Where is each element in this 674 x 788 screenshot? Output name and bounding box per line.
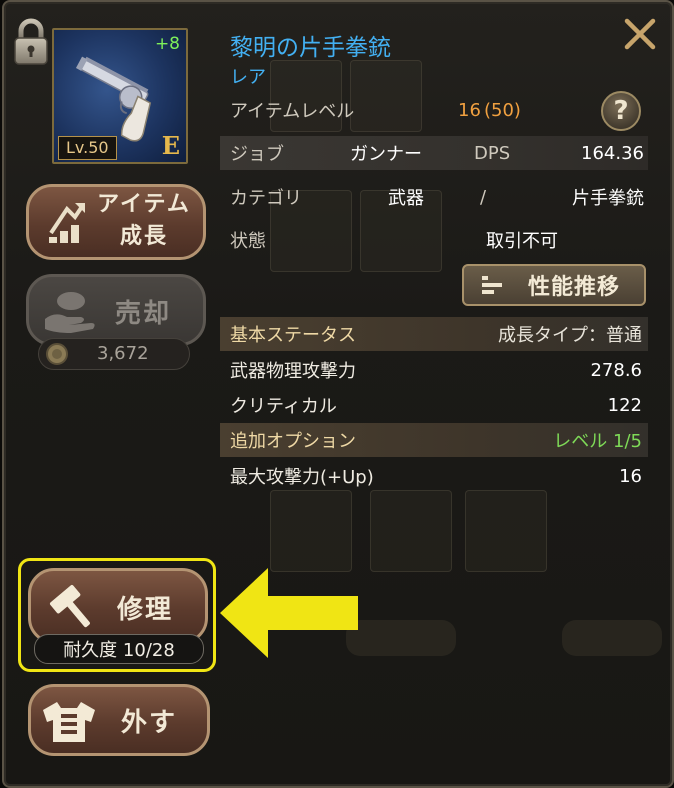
job-label: ジョブ: [230, 144, 284, 165]
state-row: 状態 取引不可: [220, 223, 648, 257]
growth-type: 成長タイプ：普通: [498, 325, 642, 346]
item-thumbnail[interactable]: +8 Lv.50 E: [52, 28, 188, 164]
hammer-icon: [49, 585, 90, 628]
dps-value: 164.36: [581, 142, 644, 164]
job-row: ジョブ ガンナー DPS 164.36: [220, 136, 648, 170]
hand-coin-icon: [45, 292, 95, 333]
sell-price: 3,672: [38, 338, 190, 370]
item-grow-label-1: アイテム: [97, 192, 191, 217]
durability-badge: 耐久度 10/28: [34, 634, 204, 664]
sell-price-value: 3,672: [97, 343, 149, 364]
lock-icon[interactable]: [12, 18, 50, 66]
stat-row: 最大攻撃力(+Up) 16: [220, 459, 648, 493]
item-grow-label-2: 成長: [119, 224, 168, 249]
growth-arrow-icon: [49, 203, 85, 243]
category-row: カテゴリ 武器 / 片手拳銃: [220, 180, 648, 214]
category-label: カテゴリ: [230, 188, 302, 209]
stat-row: クリティカル 122: [220, 388, 648, 422]
armor-icon: [43, 702, 95, 742]
item-level-max: (50): [484, 99, 521, 121]
dps-label: DPS: [474, 142, 511, 164]
unequip-label: 外す: [121, 708, 178, 738]
question-icon: ?: [613, 96, 629, 126]
coin-icon: [46, 343, 68, 365]
enhance-level: +8: [154, 34, 180, 54]
stat-row: 武器物理攻撃力 278.6: [220, 353, 648, 387]
item-name: 黎明の片手拳銃: [230, 35, 391, 61]
category-separator: /: [480, 186, 487, 208]
item-rarity: レア: [230, 67, 266, 88]
pointer-arrow: [220, 568, 358, 658]
help-button[interactable]: ?: [601, 91, 641, 131]
basic-status-title: 基本ステータス: [230, 325, 356, 346]
item-level-value: 16: [458, 99, 481, 121]
state-value: 取引不可: [486, 231, 558, 252]
item-grow-button[interactable]: アイテム 成長: [26, 184, 206, 260]
category-value-b: 片手拳銃: [572, 188, 644, 209]
stat-label: 武器物理攻撃力: [230, 361, 356, 382]
stat-value: 16: [619, 465, 642, 487]
repair-label: 修理: [117, 595, 174, 625]
extra-option-title: 追加オプション: [230, 431, 356, 452]
state-label: 状態: [230, 231, 266, 252]
extra-option-header: 追加オプション レベル 1/5: [220, 423, 648, 457]
performance-button[interactable]: 性能推移: [462, 264, 646, 306]
repair-button[interactable]: 修理: [28, 568, 208, 644]
stat-label: 最大攻撃力(+Up): [230, 467, 374, 488]
bars-icon: [482, 276, 502, 294]
item-level-badge: Lv.50: [58, 136, 117, 160]
basic-status-header: 基本ステータス 成長タイプ：普通: [220, 317, 648, 351]
stat-value: 122: [607, 394, 642, 416]
grade-badge: E: [161, 131, 180, 160]
stat-value: 278.6: [590, 359, 642, 381]
unequip-button[interactable]: 外す: [28, 684, 210, 756]
performance-label: 性能推移: [528, 275, 621, 300]
job-value: ガンナー: [350, 144, 422, 165]
item-level-row: アイテムレベル 16 (50): [220, 93, 648, 127]
category-value-a: 武器: [388, 188, 424, 209]
item-level-label: アイテムレベル: [230, 101, 355, 122]
close-icon[interactable]: [622, 16, 658, 52]
extra-option-level: レベル 1/5: [553, 431, 642, 452]
stat-label: クリティカル: [230, 396, 337, 417]
sell-label: 売却: [115, 299, 172, 329]
sell-button[interactable]: 売却: [26, 274, 206, 346]
